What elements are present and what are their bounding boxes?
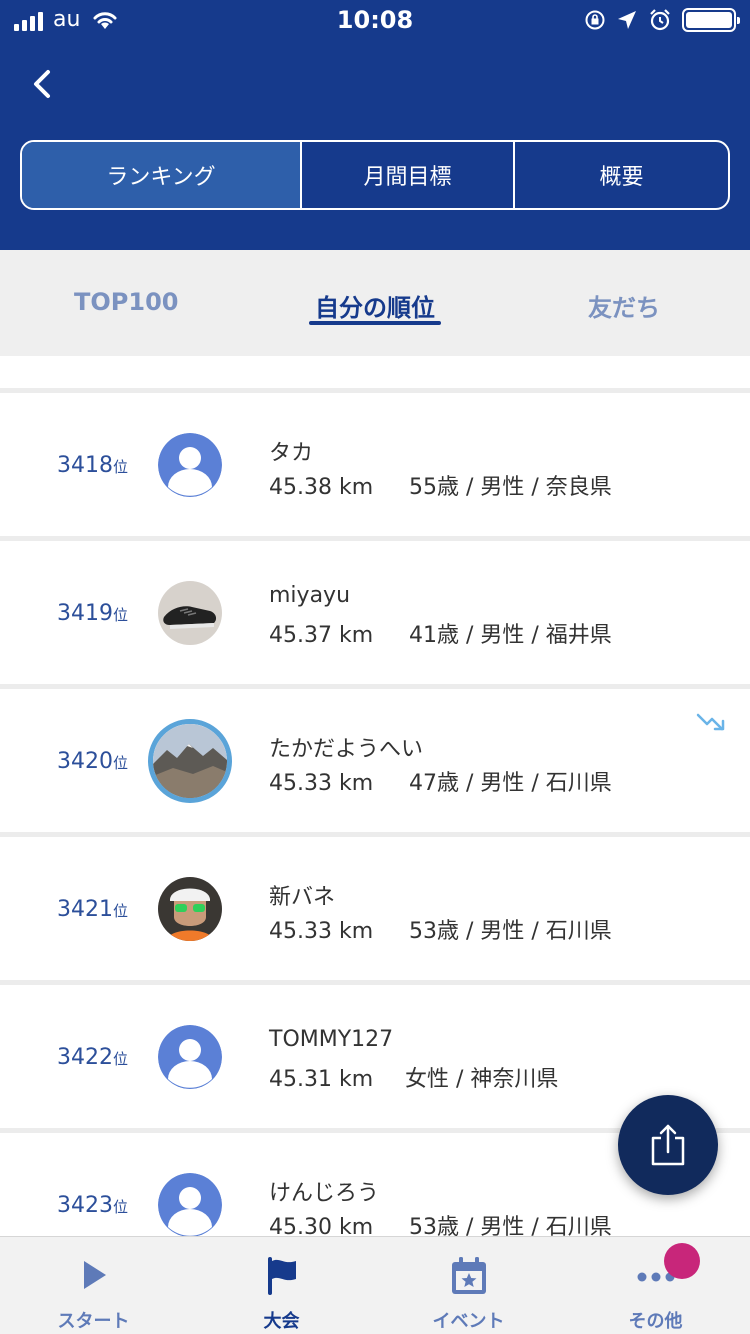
list-item[interactable]: 3419位 miyayu 45.37 km 41歳 / 男性 / 福井県	[0, 541, 750, 684]
user-name: miyayu	[269, 583, 351, 608]
mountain-photo	[153, 724, 227, 798]
rank-number: 3423	[56, 1193, 113, 1218]
avatar[interactable]	[158, 877, 222, 941]
nav-start[interactable]: スタート	[0, 1237, 187, 1334]
nav-competition[interactable]: 大会	[188, 1237, 375, 1334]
nav-start-label: スタート	[57, 1311, 130, 1332]
share-button[interactable]	[618, 1095, 718, 1195]
user-name: 新バネ	[269, 885, 336, 910]
rank-number: 3421	[56, 897, 113, 922]
share-icon	[651, 1124, 685, 1166]
user-profile: 53歳 / 男性 / 石川県	[409, 919, 612, 944]
default-person-icon	[158, 433, 222, 497]
rank-number: 3422	[56, 1045, 113, 1070]
rank-label: 3422位	[57, 1045, 128, 1070]
rank-unit: 位	[112, 754, 128, 772]
user-name: タカ	[269, 441, 314, 466]
nav-more-label: その他	[628, 1311, 683, 1332]
segment-monthly-goal[interactable]: 月間目標	[302, 142, 515, 208]
distance-value: 45.38 km	[269, 475, 374, 500]
segment-overview[interactable]: 概要	[515, 142, 728, 208]
user-stats: 45.30 km 53歳 / 男性 / 石川県	[269, 1209, 612, 1236]
status-right	[584, 8, 740, 32]
list-item-partial	[0, 356, 750, 388]
user-stats: 45.37 km 41歳 / 男性 / 福井県	[269, 617, 612, 649]
rank-label: 3418位	[57, 453, 128, 478]
notification-badge	[664, 1243, 700, 1279]
default-person-icon	[158, 1025, 222, 1089]
rank-unit: 位	[112, 458, 128, 476]
active-tab-indicator	[309, 321, 441, 325]
nav-event-label: イベント	[432, 1311, 505, 1332]
nav-event[interactable]: イベント	[375, 1237, 562, 1334]
status-bar: au 10:08	[0, 0, 750, 40]
avatar[interactable]	[158, 581, 222, 645]
rank-unit: 位	[112, 1050, 128, 1068]
user-name: TOMMY127	[269, 1027, 394, 1052]
rank-unit: 位	[112, 606, 128, 624]
list-item[interactable]: 3421位 新バネ 45.33 km 53歳 / 男性 / 石川県	[0, 837, 750, 980]
user-profile: 53歳 / 男性 / 石川県	[409, 1215, 612, 1236]
segment-ranking[interactable]: ランキング	[22, 142, 302, 208]
rank-label: 3419位	[57, 601, 128, 626]
list-item[interactable]: 3418位 タカ 45.38 km 55歳 / 男性 / 奈良県	[0, 393, 750, 536]
user-profile: 女性 / 神奈川県	[405, 1067, 559, 1092]
rank-unit: 位	[112, 1198, 128, 1216]
distance-value: 45.33 km	[269, 771, 374, 796]
user-name: けんじろう	[269, 1181, 380, 1206]
default-person-icon	[158, 1173, 222, 1236]
user-stats: 45.33 km 47歳 / 男性 / 石川県	[269, 765, 612, 797]
back-button[interactable]	[22, 62, 66, 106]
rank-number: 3420	[56, 749, 113, 774]
user-profile: 47歳 / 男性 / 石川県	[409, 771, 612, 796]
user-profile: 55歳 / 男性 / 奈良県	[409, 475, 612, 500]
user-stats: 45.33 km 53歳 / 男性 / 石川県	[269, 913, 612, 945]
avatar[interactable]	[158, 1173, 222, 1236]
alarm-icon	[650, 9, 670, 31]
distance-value: 45.30 km	[269, 1215, 374, 1236]
flag-icon	[267, 1257, 296, 1295]
chevron-left-icon	[34, 70, 50, 98]
header: ランキング 月間目標 概要	[0, 40, 750, 250]
avatar[interactable]	[148, 719, 232, 803]
play-icon	[83, 1261, 106, 1289]
rank-unit: 位	[112, 902, 128, 920]
tab-my-rank[interactable]: 自分の順位	[315, 288, 435, 323]
bottom-nav: スタート 大会 イベント その他	[0, 1236, 750, 1334]
segmented-control: ランキング 月間目標 概要	[20, 140, 730, 210]
avatar[interactable]	[158, 1025, 222, 1089]
rank-label: 3420位	[57, 749, 128, 774]
distance-value: 45.37 km	[269, 623, 374, 648]
avatar[interactable]	[158, 433, 222, 497]
user-stats: 45.31 km 女性 / 神奈川県	[269, 1061, 558, 1093]
list-item-current-user[interactable]: 3420位 たかだようへい 45.33 km 47歳 / 男性 / 石川県	[0, 689, 750, 832]
distance-value: 45.33 km	[269, 919, 374, 944]
user-profile: 41歳 / 男性 / 福井県	[409, 623, 612, 648]
rotation-lock-icon	[585, 10, 605, 30]
distance-value: 45.31 km	[269, 1067, 374, 1092]
tab-top100[interactable]: TOP100	[74, 288, 178, 316]
user-name: たかだようへい	[269, 737, 424, 762]
location-arrow-icon	[618, 11, 636, 29]
battery-icon	[682, 8, 740, 32]
runner-photo	[158, 877, 222, 941]
trend-down-icon	[696, 713, 725, 731]
nav-competition-label: 大会	[263, 1311, 300, 1332]
rank-number: 3418	[56, 453, 113, 478]
user-stats: 45.38 km 55歳 / 男性 / 奈良県	[269, 469, 612, 501]
rank-number: 3419	[56, 601, 113, 626]
rank-label: 3423位	[57, 1193, 128, 1218]
shoes-photo	[158, 581, 222, 645]
calendar-star-icon	[451, 1257, 486, 1294]
rank-label: 3421位	[57, 897, 128, 922]
sub-tab-bar: TOP100 自分の順位 友だち	[0, 250, 750, 356]
nav-more[interactable]: その他	[562, 1237, 749, 1334]
tab-friends[interactable]: 友だち	[588, 288, 660, 323]
